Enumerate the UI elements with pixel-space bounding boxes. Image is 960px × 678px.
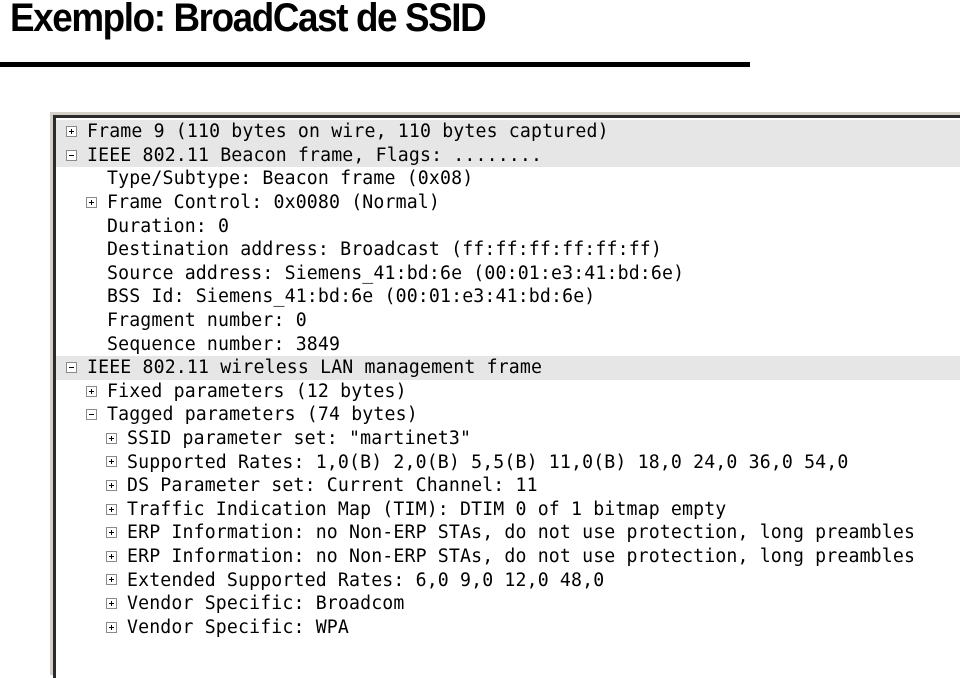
tree-row-label: Supported Rates: 1,0(B) 2,0(B) 5,5(B) 11… [127,451,849,473]
tree-row-label: Tagged parameters (74 bytes) [107,404,418,426]
tree-row-label: DS Parameter set: Current Channel: 11 [127,475,538,497]
tree-row-label: Destination address: Broadcast (ff:ff:ff… [107,239,662,261]
tree-row-label: IEEE 802.11 wireless LAN management fram… [87,357,543,379]
expand-icon[interactable] [106,456,117,468]
slide-title: Exemplo: BroadCast de SSID [10,0,487,40]
tree-row-label: Duration: 0 [107,215,230,237]
tree-row-label: Traffic Indication Map (TIM): DTIM 0 of … [127,498,727,520]
tree-row-label: BSS Id: Siemens_41:bd:6e (00:01:e3:41:bd… [107,286,596,308]
tree-row[interactable]: Source address: Siemens_41:bd:6e (00:01:… [56,262,960,286]
tree-row-label: Type/Subtype: Beacon frame (0x08) [107,168,474,190]
tree-row-label: Sequence number: 3849 [107,333,341,355]
tree-row[interactable]: DS Parameter set: Current Channel: 11 [56,474,960,498]
title-underline [0,62,750,67]
expand-icon[interactable] [106,503,117,515]
tree-row-label: Vendor Specific: WPA [127,616,349,638]
expand-icon[interactable] [106,621,117,633]
tree-row[interactable]: BSS Id: Siemens_41:bd:6e (00:01:e3:41:bd… [56,285,960,309]
collapse-icon[interactable] [86,409,97,421]
tree-row[interactable]: Tagged parameters (74 bytes) [56,403,960,427]
expand-icon[interactable] [106,574,117,586]
tree-row[interactable]: Fixed parameters (12 bytes) [56,380,960,404]
tree-row-label: Fixed parameters (12 bytes) [107,380,407,402]
tree-row[interactable]: Type/Subtype: Beacon frame (0x08) [56,167,960,191]
tree-row-label: IEEE 802.11 Beacon frame, Flags: .......… [87,144,543,166]
expand-icon[interactable] [66,126,77,137]
tree-row-label: SSID parameter set: "martinet3" [127,428,472,450]
tree-row[interactable]: IEEE 802.11 wireless LAN management fram… [56,356,960,380]
tree-row[interactable]: SSID parameter set: "martinet3" [56,427,960,451]
expand-icon[interactable] [106,480,117,491]
tree-row[interactable]: IEEE 802.11 Beacon frame, Flags: .......… [56,143,960,168]
tree-row[interactable]: Sequence number: 3849 [56,332,960,356]
tree-row-label: Frame 9 (110 bytes on wire, 110 bytes ca… [87,121,609,143]
tree-row[interactable]: Duration: 0 [56,214,960,238]
tree-row[interactable]: Vendor Specific: Broadcom [56,592,960,616]
collapse-icon[interactable] [66,362,77,373]
collapse-icon[interactable] [66,149,77,161]
tree-row-label: ERP Information: no Non-ERP STAs, do not… [127,522,916,544]
expand-icon[interactable] [106,598,117,609]
tree-row[interactable]: Frame 9 (110 bytes on wire, 110 bytes ca… [56,120,960,144]
tree-row[interactable]: Frame Control: 0x0080 (Normal) [56,191,960,215]
expand-icon[interactable] [106,527,117,539]
tree-row-label: Extended Supported Rates: 6,0 9,0 12,0 4… [127,569,605,591]
tree-row-label: ERP Information: no Non-ERP STAs, do not… [127,546,916,568]
tree-row-label: Vendor Specific: Broadcom [127,593,405,615]
tree-row[interactable]: Traffic Indication Map (TIM): DTIM 0 of … [56,498,960,522]
tree-row-label: Fragment number: 0 [107,310,307,332]
expand-icon[interactable] [106,550,117,562]
tree-row[interactable]: Fragment number: 0 [56,309,960,333]
tree-row[interactable]: ERP Information: no Non-ERP STAs, do not… [56,545,960,569]
expand-icon[interactable] [106,432,117,444]
tree-row-label: Source address: Siemens_41:bd:6e (00:01:… [107,262,685,284]
tree-row[interactable]: Supported Rates: 1,0(B) 2,0(B) 5,5(B) 11… [56,450,960,474]
packet-details-tree[interactable]: Frame 9 (110 bytes on wire, 110 bytes ca… [53,115,960,678]
tree-row[interactable]: Destination address: Broadcast (ff:ff:ff… [56,238,960,262]
expand-icon[interactable] [86,385,97,397]
expand-icon[interactable] [86,196,97,208]
tree-row[interactable]: Vendor Specific: WPA [56,616,960,640]
tree-row[interactable]: Extended Supported Rates: 6,0 9,0 12,0 4… [56,568,960,592]
tree-row-label: Frame Control: 0x0080 (Normal) [107,192,440,214]
tree-row[interactable]: ERP Information: no Non-ERP STAs, do not… [56,521,960,545]
